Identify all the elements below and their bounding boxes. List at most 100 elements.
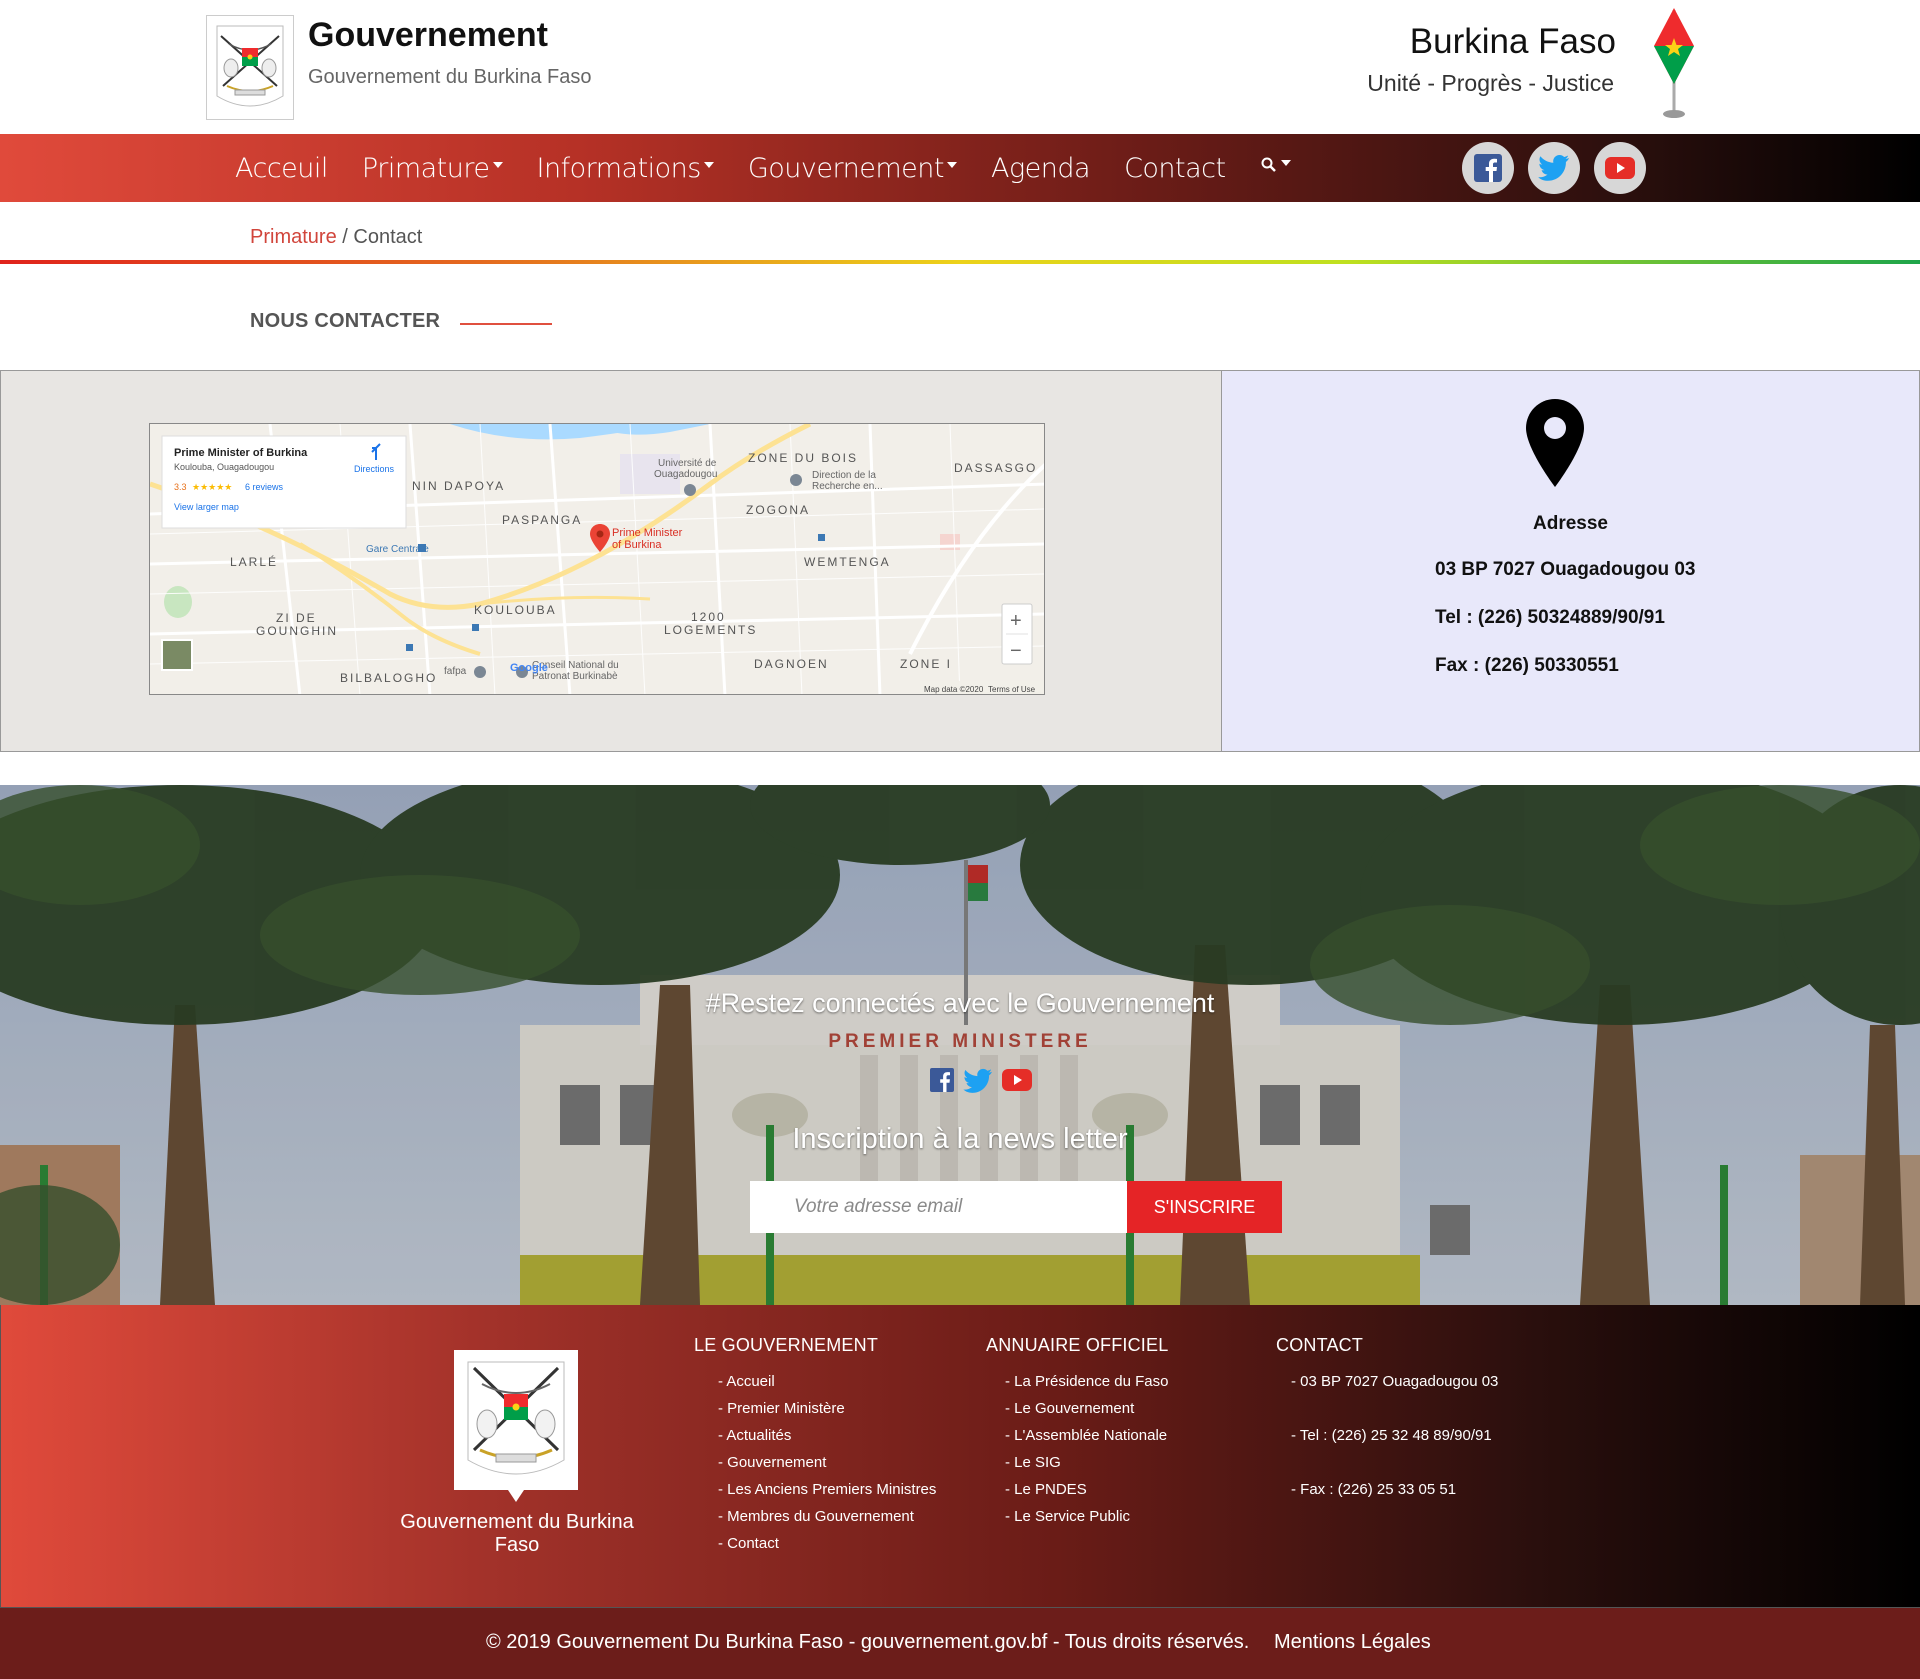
svg-text:6 reviews: 6 reviews	[245, 482, 284, 492]
svg-text:ZOGONA: ZOGONA	[746, 503, 810, 517]
caret-down-icon	[1280, 160, 1291, 166]
youtube-icon[interactable]	[1002, 1068, 1032, 1099]
nav-item-primature[interactable]: Primature	[362, 153, 503, 184]
section-title-underline	[460, 323, 552, 325]
footer-link-sig[interactable]: - Le SIG	[986, 1449, 1168, 1476]
footer-contact-tel: - Tel : (226) 25 32 48 89/90/91	[1291, 1427, 1492, 1444]
site-header: Gouvernement Gouvernement du Burkina Fas…	[0, 0, 1920, 134]
facebook-icon[interactable]	[930, 1068, 954, 1099]
footer-link-le-gouvernement[interactable]: - Le Gouvernement	[986, 1395, 1168, 1422]
mentions-legales-link[interactable]: Mentions Légales	[1274, 1631, 1431, 1654]
footer-brand: Gouvernement du Burkina Faso	[400, 1511, 634, 1556]
footer-link-membres[interactable]: - Membres du Gouvernement	[694, 1503, 936, 1530]
svg-text:Ouagadougou: Ouagadougou	[654, 469, 717, 480]
svg-text:1200: 1200	[691, 610, 726, 624]
newsletter-heading: Inscription à la news letter	[792, 1123, 1128, 1155]
footer-link-gouvernement[interactable]: - Gouvernement	[694, 1449, 936, 1476]
footer-link-pndes[interactable]: - Le PNDES	[986, 1476, 1168, 1503]
address-heading: Adresse	[1533, 513, 1608, 534]
svg-text:Map data ©2020: Map data ©2020	[924, 685, 984, 694]
facebook-icon[interactable]	[1462, 142, 1514, 194]
copyright-bar: © 2019 Gouvernement Du Burkina Faso - go…	[0, 1607, 1920, 1679]
svg-text:Terms of Use: Terms of Use	[988, 685, 1036, 694]
footer-link-assemblee[interactable]: - L'Assemblée Nationale	[986, 1422, 1168, 1449]
coat-of-arms-logo[interactable]	[206, 15, 294, 120]
svg-text:WEMTENGA: WEMTENGA	[804, 555, 891, 569]
svg-text:+: +	[1010, 610, 1022, 632]
svg-text:ZONE I: ZONE I	[900, 657, 952, 671]
brand-title: Gouvernement	[308, 16, 548, 54]
svg-text:GOUNGHIN: GOUNGHIN	[256, 624, 338, 638]
svg-text:DAGNOEN: DAGNOEN	[754, 657, 829, 671]
nav-item-contact[interactable]: Contact	[1124, 153, 1226, 184]
nav-menu: Acceuil Primature Informations Gouvernem…	[235, 134, 1291, 202]
twitter-icon[interactable]	[962, 1068, 994, 1099]
footer-link-premier-ministere[interactable]: - Premier Ministère	[694, 1395, 936, 1422]
footer-col-contact: CONTACT - 03 BP 7027 Ouagadougou 03 - Te…	[1276, 1335, 1498, 1530]
address-fax: Fax : (226) 50330551	[1435, 655, 1619, 676]
svg-text:Prime Minister: Prime Minister	[612, 527, 683, 539]
footer-link-service-public[interactable]: - Le Service Public	[986, 1503, 1168, 1530]
svg-text:★★★★★: ★★★★★	[192, 482, 232, 492]
nav-item-accueil[interactable]: Acceuil	[235, 153, 328, 184]
breadcrumb-separator: /	[336, 226, 354, 248]
svg-text:Recherche en...: Recherche en...	[812, 481, 883, 492]
newsletter-email-input[interactable]	[750, 1181, 1127, 1233]
twitter-icon[interactable]	[1528, 142, 1580, 194]
copyright-text: © 2019 Gouvernement Du Burkina Faso - go…	[486, 1631, 1250, 1653]
search-icon[interactable]	[1260, 156, 1291, 174]
svg-text:Prime Minister of Burkina: Prime Minister of Burkina	[174, 447, 308, 459]
caret-down-icon	[703, 162, 714, 168]
svg-text:Directions: Directions	[354, 464, 395, 474]
footer-col-gouvernement: LE GOUVERNEMENT - Accueil - Premier Mini…	[694, 1335, 936, 1557]
section-title: NOUS CONTACTER	[250, 310, 441, 332]
svg-text:View larger map: View larger map	[174, 502, 239, 512]
brand-subtitle: Gouvernement du Burkina Faso	[308, 66, 592, 88]
nav-item-agenda[interactable]: Agenda	[991, 153, 1091, 184]
svg-text:3.3: 3.3	[174, 482, 187, 492]
footer-col-annuaire: ANNUAIRE OFFICIEL - La Présidence du Fas…	[986, 1335, 1168, 1530]
country-name: Burkina Faso	[1409, 22, 1616, 61]
svg-text:−: −	[1010, 640, 1022, 662]
svg-text:Koulouba, Ouagadougou: Koulouba, Ouagadougou	[174, 462, 274, 472]
svg-text:Direction de la: Direction de la	[812, 470, 876, 481]
svg-text:LARLÉ: LARLÉ	[230, 554, 278, 569]
caret-down-icon	[492, 162, 503, 168]
footer-col-title: ANNUAIRE OFFICIEL	[986, 1335, 1169, 1355]
national-motto: Unité - Progrès - Justice	[1367, 70, 1614, 96]
header-social-links	[1462, 142, 1660, 194]
footer-col-title: CONTACT	[1276, 1335, 1364, 1355]
breadcrumb: Primature / Contact	[250, 226, 422, 249]
footer-link-accueil[interactable]: - Accueil	[694, 1368, 936, 1395]
newsletter-hero: PREMIER MINISTERE #Restez connectés avec…	[0, 785, 1920, 1305]
subscribe-button[interactable]: S'INSCRIRE	[1127, 1181, 1282, 1233]
svg-text:PASPANGA: PASPANGA	[502, 513, 582, 527]
svg-text:ZI DE: ZI DE	[276, 611, 317, 625]
hero-social-links	[930, 1068, 1032, 1099]
footer-col-title: LE GOUVERNEMENT	[694, 1335, 879, 1355]
footer-coat-of-arms-logo[interactable]	[454, 1350, 578, 1502]
svg-text:KOULOUBA: KOULOUBA	[474, 603, 557, 617]
main-navbar: Acceuil Primature Informations Gouvernem…	[0, 134, 1920, 202]
svg-text:NIN DAPOYA: NIN DAPOYA	[412, 479, 505, 493]
address-postal: 03 BP 7027 Ouagadougou 03	[1435, 559, 1696, 580]
footer-link-actualites[interactable]: - Actualités	[694, 1422, 936, 1449]
tricolor-divider	[0, 260, 1920, 264]
footer-link-presidence[interactable]: - La Présidence du Faso	[986, 1368, 1168, 1395]
nav-item-gouvernement[interactable]: Gouvernement	[748, 153, 957, 184]
flag-icon	[1640, 4, 1700, 122]
svg-text:of Burkina: of Burkina	[612, 539, 662, 551]
embedded-google-map[interactable]: NIN DAPOYA PASPANGA ZONE DU BOIS DASSASG…	[149, 423, 1045, 695]
youtube-icon[interactable]	[1594, 142, 1646, 194]
svg-text:DASSASGO: DASSASGO	[954, 461, 1037, 475]
map-panel: NIN DAPOYA PASPANGA ZONE DU BOIS DASSASG…	[0, 370, 1222, 752]
footer-link-contact[interactable]: - Contact	[694, 1530, 936, 1557]
nav-item-informations[interactable]: Informations	[537, 153, 714, 184]
location-pin-icon	[1526, 399, 1584, 492]
svg-text:BILBALOGHO: BILBALOGHO	[340, 671, 437, 685]
address-panel: Adresse 03 BP 7027 Ouagadougou 03 Tel : …	[1221, 370, 1920, 752]
breadcrumb-primature-link[interactable]: Primature	[250, 226, 337, 248]
svg-text:ZONE DU BOIS: ZONE DU BOIS	[748, 451, 858, 465]
footer-contact-fax: - Fax : (226) 25 33 05 51	[1291, 1481, 1457, 1498]
footer-link-anciens-premiers-ministres[interactable]: - Les Anciens Premiers Ministres	[694, 1476, 936, 1503]
